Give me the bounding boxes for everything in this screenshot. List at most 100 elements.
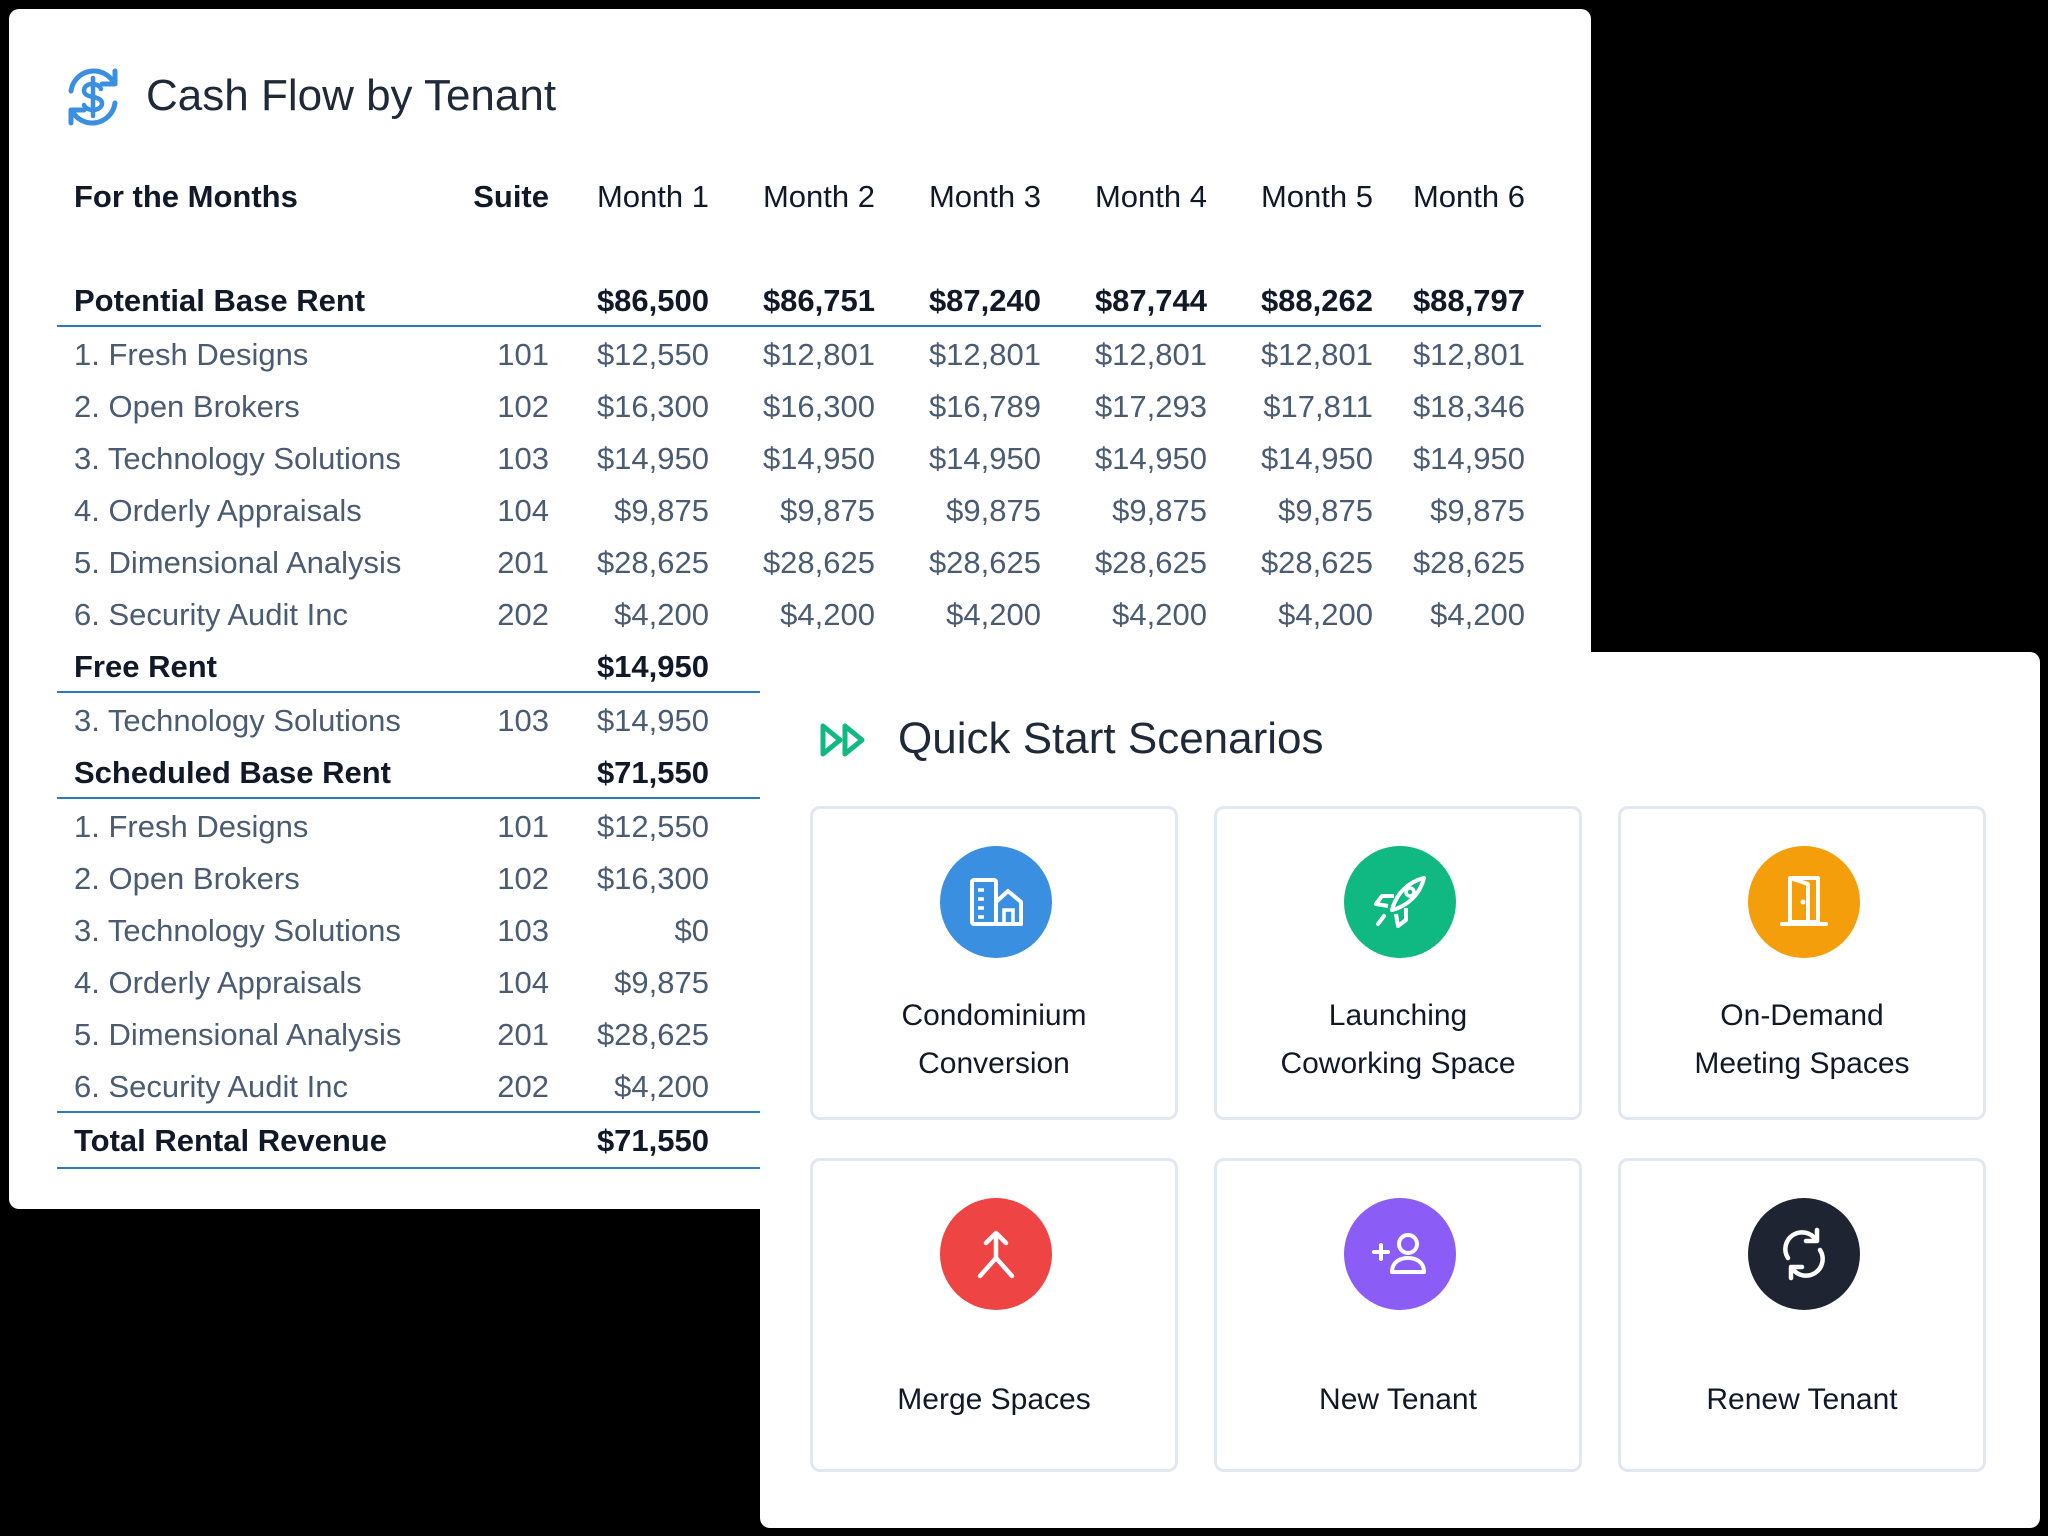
header-month: Month 3 [928,179,1041,214]
tenant-name: 1. Fresh Designs [74,337,309,372]
scenario-label-line: New Tenant [1319,1383,1477,1416]
section-label: Free Rent [74,649,217,684]
quick-start-card: Quick Start Scenarios Condominium Convers… [760,652,2040,1528]
tenant-value: $12,801 [1412,337,1525,372]
scenario-label-line: Condominium [901,999,1087,1032]
header-label: For the Months [74,179,298,214]
scenario-label: Merge Spaces [813,1376,1175,1424]
section-total-value: $87,744 [1094,283,1207,318]
scenario-tile[interactable]: Launching Coworking Space [1214,806,1582,1120]
tenant-value: $16,300 [596,861,709,896]
tenant-suite: 102 [497,861,549,896]
tenant-name: 3. Technology Solutions [74,703,401,738]
tenant-value: $9,875 [614,965,709,1000]
header-month: Month 1 [596,179,709,214]
section-total-value: $86,500 [596,283,709,318]
tenant-value: $14,950 [596,703,709,738]
tenant-value: $28,625 [1094,545,1207,580]
tenant-value: $14,950 [1094,441,1207,476]
scenario-tile[interactable]: Merge Spaces [810,1158,1178,1472]
tenant-value: $18,346 [1412,389,1525,424]
dollar-cycle-icon [68,68,118,126]
tenant-suite: 103 [497,441,549,476]
scenario-label-line: Launching [1328,999,1468,1032]
scenario-label: On-Demand Meeting Spaces [1621,992,1983,1088]
tenant-value: $9,875 [614,493,709,528]
tenant-suite: 102 [497,389,549,424]
tenant-suite: 202 [497,597,549,632]
tenant-name: 4. Orderly Appraisals [74,965,362,1000]
tenant-suite: 104 [497,493,549,528]
tenant-value: $9,875 [780,493,875,528]
section-total-value: $88,797 [1412,283,1525,318]
scenario-label: Launching Coworking Space [1217,992,1579,1088]
tenant-value: $14,950 [928,441,1041,476]
scenario-label-line: Conversion [918,1047,1070,1080]
scenario-tile[interactable]: On-Demand Meeting Spaces [1618,806,1986,1120]
tenant-name: 5. Dimensional Analysis [74,545,402,580]
tenant-value: $16,300 [762,389,875,424]
row-divider [57,325,1541,327]
tenant-value: $12,550 [596,809,709,844]
tenant-value: $4,200 [1278,597,1373,632]
scenario-tile[interactable]: New Tenant [1214,1158,1582,1472]
tenant-name: 5. Dimensional Analysis [74,1017,402,1052]
tenant-value: $12,801 [1260,337,1373,372]
tenant-suite: 103 [497,913,549,948]
table-row: 6. Security Audit Inc 202 $4,200 $4,200 $4,2… [57,589,1541,641]
tenant-value: $9,875 [1430,493,1525,528]
tenant-suite: 103 [497,703,549,738]
table-row: 4. Orderly Appraisals 104 $9,875 $9,875 $9,8… [57,485,1541,537]
tenant-name: 2. Open Brokers [74,389,300,424]
tenant-value: $12,550 [596,337,709,372]
tenant-suite: 202 [497,1069,549,1104]
tenant-value: $4,200 [780,597,875,632]
section-label: Scheduled Base Rent [74,755,391,790]
tenant-value: $28,625 [1260,545,1373,580]
scenario-tile[interactable]: Condominium Conversion [810,806,1178,1120]
tenant-value: $4,200 [1112,597,1207,632]
tenant-value: $14,950 [762,441,875,476]
tenant-name: 6. Security Audit Inc [74,1069,348,1104]
header-suite: Suite [473,179,549,214]
tenant-value: $4,200 [1430,597,1525,632]
table-row: 1. Fresh Designs 101 $12,550 $12,801 $12,801… [57,329,1541,381]
tenant-value: $9,875 [1112,493,1207,528]
section-total-value: $87,240 [928,283,1041,318]
rocket-icon [1344,846,1456,958]
building-icon [940,846,1052,958]
tenant-name: 3. Technology Solutions [74,913,401,948]
tenant-name: 1. Fresh Designs [74,809,309,844]
section-total-value: $14,950 [596,649,709,684]
refresh-icon [1748,1198,1860,1310]
tenant-value: $12,801 [928,337,1041,372]
header-month: Month 5 [1260,179,1373,214]
section-total-value: $71,550 [596,755,709,790]
tenant-suite: 201 [497,1017,549,1052]
tenant-value: $17,811 [1263,389,1373,424]
scenario-label-line: Merge Spaces [897,1383,1091,1416]
total-value: $71,550 [596,1123,709,1158]
tenant-name: 4. Orderly Appraisals [74,493,362,528]
header-month: Month 6 [1412,179,1525,214]
tenant-value: $4,200 [614,597,709,632]
tenant-value: $14,950 [596,441,709,476]
tenant-value: $28,625 [596,1017,709,1052]
scenario-label: Renew Tenant [1621,1376,1983,1424]
scenario-tile[interactable]: Renew Tenant [1618,1158,1986,1472]
quick-start-title: Quick Start Scenarios [898,714,1324,763]
scenario-label: Condominium Conversion [813,992,1175,1088]
tenant-value: $28,625 [1412,545,1525,580]
scenario-label-line: On-Demand [1720,999,1884,1032]
tenant-name: 3. Technology Solutions [74,441,401,476]
header-month: Month 4 [1094,179,1207,214]
tenant-suite: 104 [497,965,549,1000]
tenant-value: $4,200 [614,1069,709,1104]
tenant-name: 6. Security Audit Inc [74,597,348,632]
scenario-label-line: Meeting Spaces [1694,1047,1910,1080]
table-header-row: For the Months Suite Month 1 Month 2 Month 3… [57,171,1541,223]
table-row: 3. Technology Solutions 103 $14,950 $14,950… [57,433,1541,485]
tenant-value: $12,801 [762,337,875,372]
tenant-value: $9,875 [1278,493,1373,528]
header-month: Month 2 [762,179,875,214]
